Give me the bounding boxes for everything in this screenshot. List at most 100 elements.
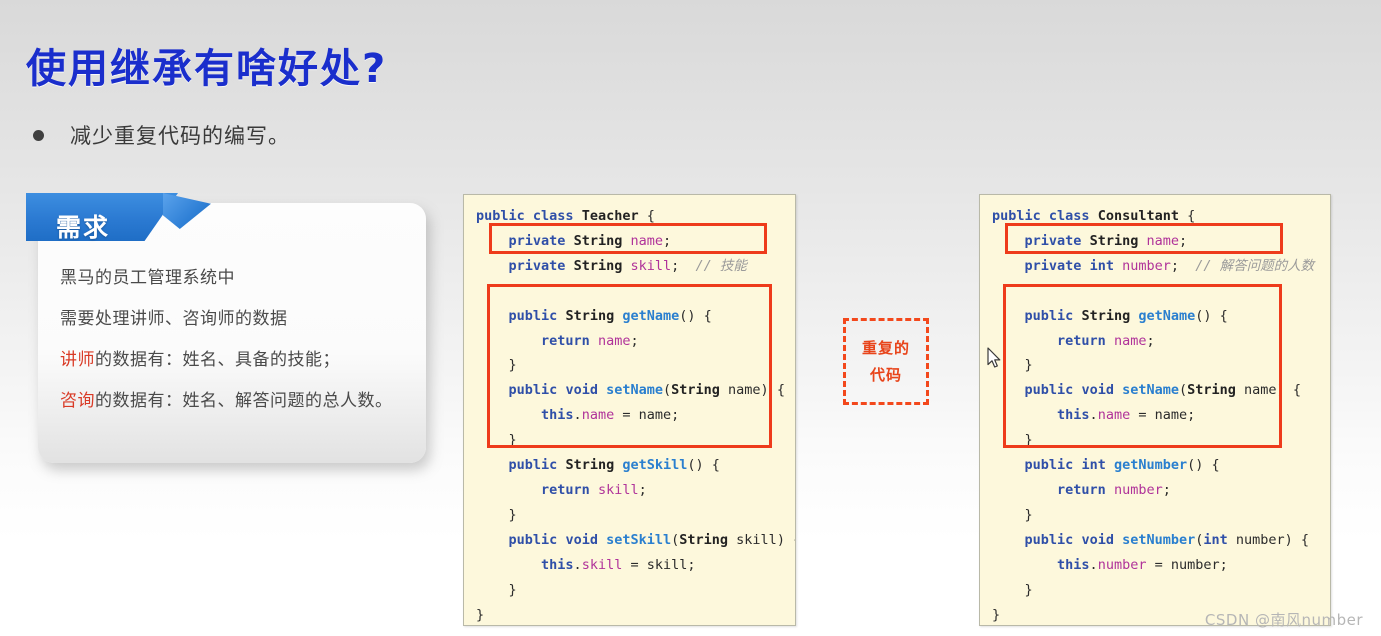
code-token: ; xyxy=(1179,232,1188,249)
requirement-line-highlight: 咨询 xyxy=(60,391,95,411)
csdn-watermark: CSDN @南风number xyxy=(1204,611,1363,629)
requirement-ribbon-label: 需求 xyxy=(56,213,111,242)
code-token: . xyxy=(573,407,582,424)
requirement-line-highlight: 讲师 xyxy=(60,350,95,370)
code-token: public xyxy=(1024,531,1074,548)
code-line: public void setName(String name) { xyxy=(476,378,791,403)
requirement-text-block: 黑马的员工管理系统中 需要处理讲师、咨询师的数据 讲师的数据有：姓名、具备的技能；咨… xyxy=(60,258,416,422)
code-token: return xyxy=(1057,481,1106,498)
requirement-line: 咨询的数据有：姓名、解答问题的总人数。 xyxy=(60,381,416,422)
requirement-line-text: 需要处理讲师、咨询师的数据 xyxy=(60,309,288,329)
code-token: number xyxy=(1122,257,1171,274)
code-line: this.name = name; xyxy=(476,403,791,428)
code-token: public xyxy=(1024,307,1074,324)
code-line xyxy=(992,279,1326,304)
code-token: skill xyxy=(630,257,672,274)
code-panel-teacher: public class Teacher { private String na… xyxy=(463,194,796,626)
code-token: public xyxy=(1024,457,1074,474)
code-line: return number; xyxy=(992,478,1326,503)
code-token: public xyxy=(476,208,525,224)
code-token: () { xyxy=(1195,307,1228,324)
code-token: ; xyxy=(638,481,647,498)
code-token: int xyxy=(1081,457,1106,474)
code-token: public xyxy=(508,531,558,548)
code-token: String xyxy=(1089,232,1139,249)
code-line: return name; xyxy=(992,329,1326,354)
code-line: private String name; xyxy=(992,229,1326,254)
page-title: 使用继承有啥好处? xyxy=(26,46,388,92)
code-token: void xyxy=(565,531,598,548)
code-line: private String name; xyxy=(476,229,791,254)
code-line: this.name = name; xyxy=(992,403,1326,428)
code-line: public class Consultant { xyxy=(992,204,1326,229)
requirement-line: 黑马的员工管理系统中 xyxy=(60,258,416,299)
code-token: ; xyxy=(1162,481,1171,498)
code-token: Teacher xyxy=(581,208,639,224)
code-token: name) { xyxy=(1235,382,1301,399)
code-token: String xyxy=(573,257,623,274)
code-line: } xyxy=(476,503,791,528)
code-token: private xyxy=(508,232,566,249)
code-token: return xyxy=(541,481,590,498)
code-token: void xyxy=(1081,531,1114,548)
bullet-text: 减少重复代码的编写。 xyxy=(70,124,290,148)
code-token: () { xyxy=(679,307,712,324)
code-lines-consultant: public class Consultant { private String… xyxy=(992,204,1326,625)
code-line: } xyxy=(992,353,1326,378)
code-token: getNumber xyxy=(1113,457,1188,474)
bullet-row: 减少重复代码的编写。 xyxy=(33,120,290,150)
code-token: public xyxy=(992,208,1041,224)
code-token: public xyxy=(508,382,558,399)
code-token: } xyxy=(992,581,1033,598)
bullet-dot-icon xyxy=(33,129,44,141)
code-line: this.number = number; xyxy=(992,553,1326,578)
code-token: } xyxy=(992,606,1001,623)
code-token: getName xyxy=(1138,307,1196,324)
code-token: int xyxy=(1089,257,1114,274)
code-token: { xyxy=(1178,208,1196,224)
code-token: // 技能 xyxy=(695,257,747,274)
code-line: public void setNumber(int number) { xyxy=(992,528,1326,553)
code-token: String xyxy=(679,531,729,548)
code-token: name xyxy=(597,332,631,349)
code-token: setName xyxy=(1122,382,1179,399)
code-line: private String skill; // 技能 xyxy=(476,254,791,279)
code-token: ; xyxy=(1146,332,1155,349)
code-line: } xyxy=(476,353,791,378)
code-line: this.skill = skill; xyxy=(476,553,791,578)
code-token: () { xyxy=(687,457,720,474)
code-token: ( xyxy=(663,382,672,399)
code-token: ; xyxy=(671,257,696,274)
code-token: . xyxy=(1089,407,1098,424)
code-token: private xyxy=(508,257,566,274)
code-token: setSkill xyxy=(606,531,672,548)
code-token: Consultant xyxy=(1097,208,1179,224)
code-token: this xyxy=(1057,556,1090,573)
code-token: String xyxy=(565,307,615,324)
code-token: number xyxy=(1097,556,1147,573)
code-token: public xyxy=(508,457,558,474)
code-line: public class Teacher { xyxy=(476,204,791,229)
code-token: name xyxy=(1146,232,1179,249)
code-token: this xyxy=(541,407,574,424)
